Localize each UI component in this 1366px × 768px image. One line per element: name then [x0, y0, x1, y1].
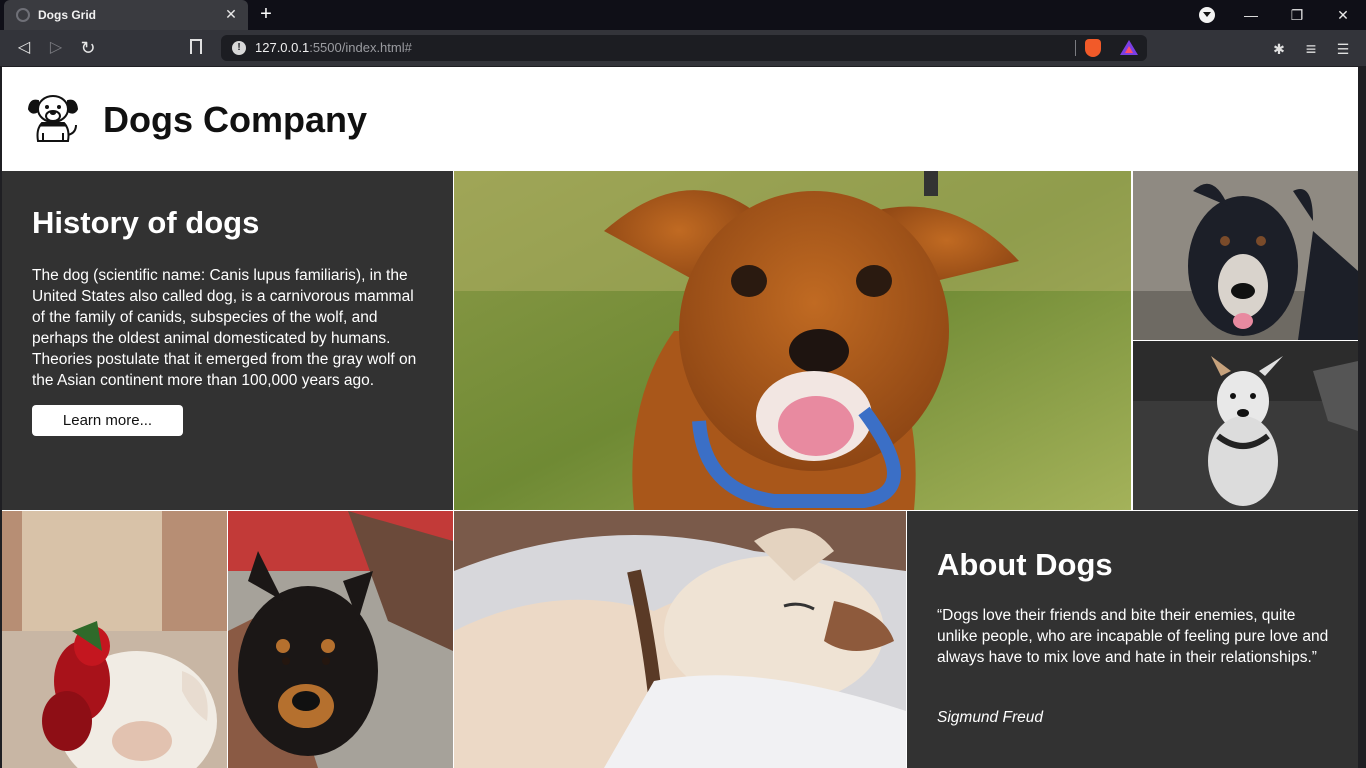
white-dog-photo: [1133, 341, 1358, 510]
playlist-icon[interactable]: ≡: [1301, 39, 1321, 59]
company-name: Dogs Company: [103, 99, 368, 140]
address-bar[interactable]: ! 127.0.0.1:5500/index.html#: [221, 35, 1147, 61]
history-text: The dog (scientific name: Canis lupus fa…: [32, 267, 417, 389]
bookmark-icon[interactable]: [190, 39, 202, 59]
bulldog-photo: [2, 511, 227, 768]
learn-more-button[interactable]: Learn more...: [32, 405, 183, 436]
quote-author: Sigmund Freud: [937, 709, 1043, 726]
dog-logo-icon: [27, 95, 79, 142]
about-panel: About Dogs “Dogs love their friends and …: [907, 511, 1358, 768]
tab-title: Dogs Grid: [38, 8, 97, 22]
url-path: :5500/index.html#: [309, 40, 412, 55]
globe-icon: [16, 8, 30, 22]
url-host: 127.0.0.1: [255, 40, 310, 55]
minimize-button[interactable]: —: [1228, 0, 1274, 30]
site-info-icon[interactable]: !: [232, 41, 246, 55]
extensions-icon[interactable]: ✱: [1269, 39, 1289, 59]
sleeping-dog-photo: [454, 511, 906, 768]
about-quote: “Dogs love their friends and bite their …: [937, 607, 1329, 666]
history-panel: History of dogs The dog (scientific name…: [2, 171, 453, 510]
browser-tab[interactable]: Dogs Grid ✕: [4, 0, 248, 30]
dogs-grid: History of dogs The dog (scientific name…: [2, 171, 1358, 768]
close-window-button[interactable]: ✕: [1320, 0, 1366, 30]
restore-button[interactable]: ❐: [1274, 0, 1320, 30]
back-button[interactable]: ◁: [13, 37, 35, 59]
rottweiler-photo: [228, 511, 453, 768]
site-header: Dogs Company: [2, 67, 1358, 171]
page-content: Dogs Company History of dogs The dog (sc…: [2, 67, 1358, 768]
url-text[interactable]: 127.0.0.1:5500/index.html#: [255, 40, 412, 55]
brown-dog-photo: [454, 171, 1131, 510]
history-title: History of dogs: [32, 205, 260, 240]
tab-bar: Dogs Grid ✕ + — ❐ ✕: [0, 0, 1366, 30]
black-dog-photo: [1133, 171, 1358, 340]
new-tab-button[interactable]: +: [255, 4, 277, 26]
tab-search-icon[interactable]: [1199, 7, 1215, 23]
about-title: About Dogs: [937, 547, 1113, 582]
brave-rewards-icon[interactable]: [1120, 40, 1138, 55]
reload-button[interactable]: ↻: [77, 37, 99, 59]
close-tab-icon[interactable]: ✕: [222, 5, 240, 23]
menu-icon[interactable]: ☰: [1333, 39, 1353, 59]
forward-button[interactable]: ▷: [45, 37, 67, 59]
url-divider: [1075, 40, 1076, 56]
brave-shields-icon[interactable]: [1085, 39, 1101, 57]
